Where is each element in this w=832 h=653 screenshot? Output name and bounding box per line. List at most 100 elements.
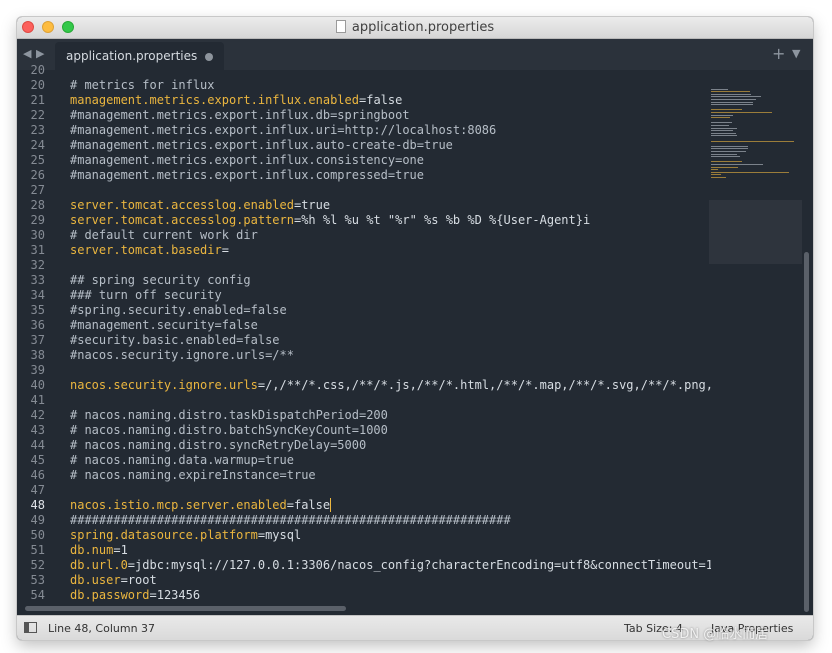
- comment-text: #management.metrics.export.influx.uri=ht…: [70, 123, 497, 137]
- side-panel-icon[interactable]: [24, 622, 37, 633]
- code-line[interactable]: [70, 70, 711, 78]
- minimap-line: [711, 130, 734, 132]
- line-number: 36: [30, 318, 45, 332]
- code-line[interactable]: db.url.0=jdbc:mysql://127.0.0.1:3306/nac…: [70, 558, 711, 573]
- window-title-wrap: application.properties: [17, 19, 813, 36]
- line-number: 39: [30, 363, 45, 377]
- code-line[interactable]: #management.security=false: [70, 318, 711, 333]
- comment-text: # nacos.naming.expireInstance=true: [70, 468, 316, 482]
- minimap-line: [711, 145, 749, 147]
- comment-text: # nacos.naming.distro.batchSyncKeyCount=…: [70, 423, 388, 437]
- code-line[interactable]: #management.metrics.export.influx.uri=ht…: [70, 123, 711, 138]
- code-line[interactable]: management.metrics.export.influx.enabled…: [70, 93, 711, 108]
- code-line[interactable]: [70, 258, 711, 273]
- code-line[interactable]: [70, 483, 711, 498]
- code-line[interactable]: [70, 393, 711, 408]
- cursor-position[interactable]: Line 48, Column 37: [48, 622, 155, 635]
- code-editor[interactable]: # metrics for influx management.metrics.e…: [70, 70, 711, 615]
- property-separator: =: [257, 378, 266, 392]
- property-separator: =: [286, 498, 294, 512]
- code-line[interactable]: # nacos.naming.distro.taskDispatchPeriod…: [70, 408, 711, 423]
- vertical-scroll-thumb[interactable]: [804, 252, 809, 612]
- tab-application-properties[interactable]: application.properties: [55, 42, 224, 70]
- property-value: jdbc:mysql://127.0.0.1:3306/nacos_config…: [135, 558, 711, 572]
- minimap-line: [711, 132, 736, 134]
- comment-text: ### turn off security: [70, 288, 222, 302]
- minimap-line: [711, 112, 773, 113]
- minimap-line: [711, 161, 742, 163]
- comment-text: #management.metrics.export.influx.db=spr…: [70, 108, 410, 122]
- code-line[interactable]: # metrics for influx: [70, 78, 711, 93]
- code-line[interactable]: server.tomcat.basedir=: [70, 243, 711, 258]
- unsaved-dot-icon[interactable]: [205, 53, 213, 61]
- tab-menu-icon[interactable]: ▼: [792, 47, 800, 60]
- code-line[interactable]: #management.metrics.export.influx.auto-c…: [70, 138, 711, 153]
- minimap-line: [711, 148, 749, 150]
- comment-text: #spring.security.enabled=false: [70, 303, 287, 317]
- title-bar[interactable]: application.properties: [17, 17, 813, 39]
- code-line[interactable]: [70, 363, 711, 378]
- minimap-line: [711, 151, 746, 152]
- code-line[interactable]: # nacos.naming.expireInstance=true: [70, 468, 711, 483]
- navigate-forward-icon[interactable]: ▶: [36, 47, 44, 60]
- code-line[interactable]: db.num=1: [70, 543, 711, 558]
- minimap-line: [711, 127, 737, 129]
- code-line[interactable]: [70, 183, 711, 198]
- property-value: /,/**/*.css,/**/*.js,/**/*.html,/**/*.ma…: [265, 378, 711, 392]
- comment-text: ## spring security config: [70, 273, 251, 287]
- new-tab-icon[interactable]: +: [772, 44, 785, 63]
- line-number: 23: [30, 123, 45, 137]
- minimap-line: [711, 122, 733, 124]
- code-line[interactable]: db.password=123456: [70, 588, 711, 603]
- code-line[interactable]: ## spring security config: [70, 273, 711, 288]
- code-line[interactable]: server.tomcat.accesslog.enabled=true: [70, 198, 711, 213]
- minimap-viewport[interactable]: [709, 200, 802, 264]
- code-line[interactable]: # nacos.naming.data.warmup=true: [70, 453, 711, 468]
- line-number: 20: [30, 78, 45, 92]
- property-key: management.metrics.export.influx.enabled: [70, 93, 359, 107]
- code-line[interactable]: #spring.security.enabled=false: [70, 303, 711, 318]
- code-line[interactable]: spring.datasource.platform=mysql: [70, 528, 711, 543]
- line-number: 48: [30, 498, 45, 512]
- line-number: 22: [30, 108, 45, 122]
- code-line[interactable]: # nacos.naming.distro.syncRetryDelay=500…: [70, 438, 711, 453]
- line-number: 40: [30, 378, 45, 392]
- code-line[interactable]: #management.metrics.export.influx.db=spr…: [70, 108, 711, 123]
- code-line[interactable]: nacos.security.ignore.urls=/,/**/*.css,/…: [70, 378, 711, 393]
- property-key: nacos.security.ignore.urls: [70, 378, 258, 392]
- code-line[interactable]: #management.metrics.export.influx.compre…: [70, 168, 711, 183]
- code-line[interactable]: # default current work dir: [70, 228, 711, 243]
- property-key: server.tomcat.accesslog.enabled: [70, 198, 294, 212]
- code-line[interactable]: #nacos.security.ignore.urls=/**: [70, 348, 711, 363]
- property-key: nacos.istio.mcp.server.enabled: [70, 498, 287, 512]
- comment-text: # metrics for influx: [70, 78, 215, 92]
- code-line[interactable]: ### turn off security: [70, 288, 711, 303]
- property-key: server.tomcat.basedir: [70, 243, 222, 257]
- property-separator: =: [221, 243, 229, 257]
- code-line[interactable]: # nacos.naming.distro.batchSyncKeyCount=…: [70, 423, 711, 438]
- code-line[interactable]: ########################################…: [70, 513, 711, 528]
- property-key: spring.datasource.platform: [70, 528, 258, 542]
- minimap-line: [711, 96, 762, 98]
- minimap-line: [711, 153, 738, 155]
- code-line[interactable]: #security.basic.enabled=false: [70, 333, 711, 348]
- code-line[interactable]: #management.metrics.export.influx.consis…: [70, 153, 711, 168]
- horizontal-scrollbar[interactable]: [17, 603, 813, 614]
- comment-text: #security.basic.enabled=false: [70, 333, 280, 347]
- code-line[interactable]: nacos.istio.mcp.server.enabled=false: [70, 498, 711, 513]
- navigate-back-icon[interactable]: ◀: [23, 47, 31, 60]
- minimap[interactable]: [709, 70, 802, 615]
- line-number: 49: [30, 513, 45, 527]
- minimap-line: [711, 91, 751, 93]
- property-separator: =: [127, 558, 136, 572]
- line-number: 21: [30, 93, 45, 107]
- minimap-line: [711, 117, 730, 119]
- text-cursor: [330, 498, 332, 512]
- property-key: db.num: [70, 543, 114, 557]
- vertical-scrollbar[interactable]: [802, 70, 813, 615]
- line-number: 53: [30, 573, 45, 587]
- horizontal-scroll-thumb[interactable]: [25, 606, 346, 611]
- line-number: 25: [30, 153, 45, 167]
- code-line[interactable]: server.tomcat.accesslog.pattern=%h %l %u…: [70, 213, 711, 228]
- code-line[interactable]: db.user=root: [70, 573, 711, 588]
